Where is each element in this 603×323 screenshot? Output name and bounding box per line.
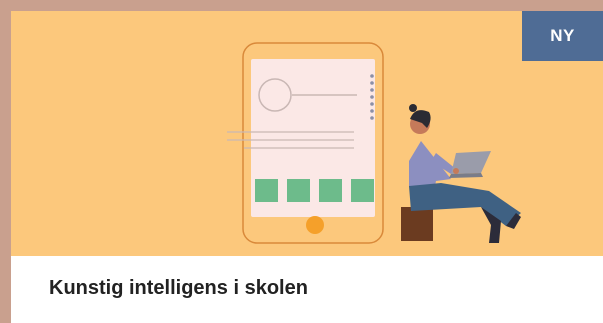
person-with-laptop-illustration — [401, 104, 521, 243]
tablet-person-illustration — [227, 42, 521, 244]
course-card[interactable]: NY Kunstig intelligens i skolen — [11, 11, 603, 323]
new-badge: NY — [522, 11, 603, 61]
course-title[interactable]: Kunstig intelligens i skolen — [49, 277, 308, 300]
card-illustration: NY — [11, 11, 603, 256]
tablet-illustration — [227, 42, 384, 244]
